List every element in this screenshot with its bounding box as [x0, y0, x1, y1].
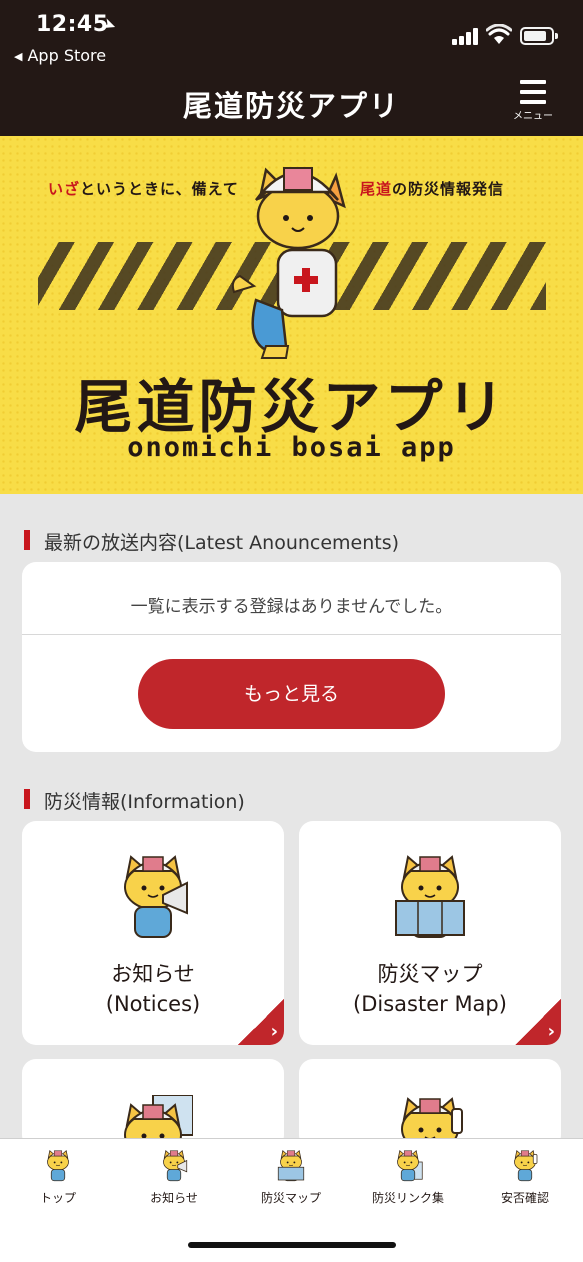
mascot-cat-backpack-icon [231, 167, 346, 359]
tab-disaster-links-label: 防災リンク集 [371, 1191, 444, 1205]
tab-safety-check[interactable]: 安否確認 [467, 1147, 583, 1206]
megaphone-cat-icon [113, 847, 188, 943]
tile-disaster-map-title: 防災マップ [377, 962, 483, 986]
hero-tagline-right: 尾道の防災情報発信 [360, 178, 504, 199]
tagline-left-highlight: いざ [48, 180, 81, 198]
tab-disaster-links[interactable]: 防災リンク集 [350, 1147, 466, 1206]
hero-banner: いざというときに、備えて 尾道の防災情報発信 尾道防災アプリ onomichi … [0, 136, 583, 494]
tile-notices-arrow: › [238, 999, 284, 1045]
tagline-right-highlight: 尾道 [360, 180, 393, 198]
menu-label: メニュー [513, 111, 553, 122]
hamburger-icon [520, 80, 546, 104]
tagline-left-text: というときに、備えて [80, 180, 239, 198]
wifi-icon [486, 24, 512, 44]
map-cat-icon [277, 1147, 305, 1183]
tab-notices[interactable]: お知らせ [116, 1147, 232, 1206]
tab-notices-label: お知らせ [150, 1191, 198, 1205]
battery-icon [520, 27, 558, 45]
home-indicator[interactable] [188, 1242, 396, 1248]
chevron-right-icon: › [270, 1021, 278, 1042]
page-title: 尾道防災アプリ [182, 89, 400, 123]
app-header: 12:45 ➤ ◀ App Store 尾道防災アプリ メニュー [0, 0, 583, 136]
tab-top-label: トップ [39, 1191, 76, 1205]
tagline-right-text: の防災情報発信 [392, 180, 505, 198]
tile-weather[interactable] [22, 1059, 284, 1149]
announcements-card: 一覧に表示する登録はありませんでした。 もっと見る [22, 562, 561, 752]
home-cat-icon [40, 1147, 76, 1183]
back-store-label: App Store [27, 46, 107, 65]
announcements-divider [22, 634, 561, 635]
chevron-right-icon: › [547, 1021, 555, 1042]
safety-cat-icon [507, 1147, 538, 1183]
tile-notices-title: お知らせ [111, 962, 195, 986]
back-triangle-icon: ◀ [14, 50, 23, 63]
cellular-signal-icon [452, 28, 480, 45]
tab-safety-check-label: 安否確認 [500, 1191, 549, 1205]
menu-button[interactable]: メニュー [506, 80, 560, 126]
more-button[interactable]: もっと見る [138, 659, 445, 729]
tab-disaster-map-label: 防災マップ [260, 1191, 321, 1205]
announcements-empty-message: 一覧に表示する登録はありませんでした。 [130, 597, 453, 617]
tile-disaster-map[interactable]: 防災マップ (Disaster Map) › [299, 821, 561, 1045]
back-to-app-store-link[interactable]: ◀ App Store [14, 46, 106, 65]
link-cat-icon [390, 1147, 423, 1183]
tab-disaster-map[interactable]: 防災マップ [233, 1147, 349, 1206]
information-heading: 防災情報(Information) [24, 787, 245, 814]
tile-disaster-map-arrow: › [515, 999, 561, 1045]
map-cat-icon [395, 847, 465, 943]
announcements-heading: 最新の放送内容(Latest Anouncements) [24, 528, 399, 555]
hero-tagline-left: いざというときに、備えて [48, 178, 239, 199]
tab-top[interactable]: トップ [0, 1147, 116, 1206]
tile-contact[interactable] [299, 1059, 561, 1149]
megaphone-cat-icon [156, 1147, 188, 1183]
status-time: 12:45 [36, 12, 109, 37]
tile-notices[interactable]: お知らせ (Notices) › [22, 821, 284, 1045]
hero-subtitle: onomichi bosai app [127, 432, 456, 463]
